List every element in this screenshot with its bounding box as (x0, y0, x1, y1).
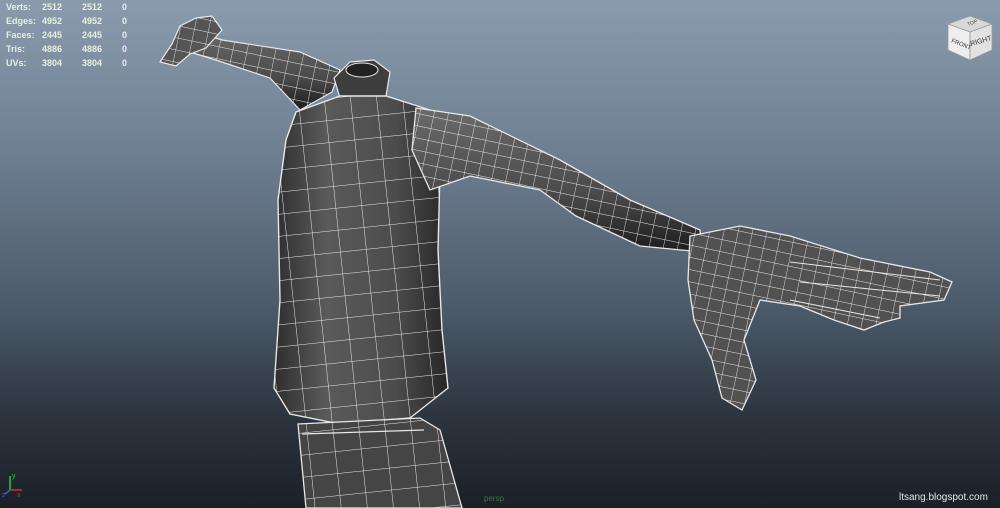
view-cube[interactable]: TOP FRONT RIGHT (944, 12, 996, 64)
right-arm (411, 107, 703, 253)
camera-name-label: persp (484, 494, 505, 503)
right-hand (687, 225, 953, 411)
pants (297, 417, 463, 508)
axis-x-label: x (17, 492, 21, 498)
character-mesh[interactable] (0, 0, 1000, 508)
axis-gizmo-icon: y x z (2, 473, 22, 498)
left-arm (189, 29, 341, 111)
axis-z-label: z (2, 492, 6, 498)
axis-y-label: y (12, 473, 16, 480)
3d-viewport[interactable]: Verts: 2512 2512 0 Edges: 4952 4952 0 Fa… (0, 0, 1000, 508)
watermark-text: ltsang.blogspot.com (899, 492, 988, 503)
